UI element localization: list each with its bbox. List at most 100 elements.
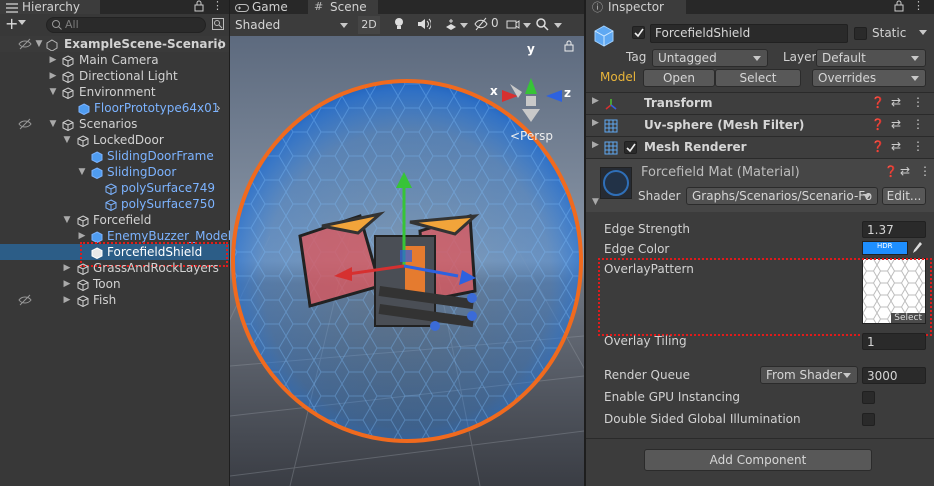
gpu-instancing-checkbox[interactable] (862, 391, 875, 404)
presets-icon[interactable]: ⇄ (900, 164, 910, 178)
object-name-field[interactable]: ForcefieldShield (650, 24, 848, 43)
hierarchy-row[interactable]: polySurface750 (0, 196, 229, 212)
edge-strength-field[interactable]: 1.37 (862, 221, 926, 238)
expand-arrow-icon[interactable]: ▼ (48, 84, 58, 100)
collapsed-arrow-icon[interactable]: ▶ (62, 292, 72, 308)
collapsed-arrow-icon[interactable]: ▶ (592, 140, 599, 150)
expand-arrow-icon[interactable]: ▼ (48, 116, 58, 132)
hierarchy-row[interactable]: polySurface749 (0, 180, 229, 196)
add-component-button[interactable]: Add Component (644, 449, 872, 471)
tab-scene[interactable]: # Scene (308, 0, 378, 14)
lock-icon[interactable] (194, 0, 204, 15)
tab-inspector[interactable]: ⓘ Inspector (586, 0, 686, 14)
collapsed-arrow-icon[interactable]: ▶ (62, 260, 72, 276)
scene-camera-icon[interactable] (506, 17, 520, 34)
tab-hierarchy[interactable]: Hierarchy (0, 0, 100, 14)
eyedropper-icon[interactable] (911, 241, 923, 258)
effects-dropdown-chevron-icon[interactable] (460, 23, 468, 28)
component-transform[interactable]: ▶ Transform ❓ ⇄ ⋮ (586, 92, 934, 114)
add-button[interactable]: + (5, 14, 18, 33)
2d-toggle[interactable]: 2D (358, 16, 380, 34)
camera-dropdown-chevron-icon[interactable] (523, 23, 531, 28)
render-queue-field[interactable]: 3000 (862, 367, 926, 384)
expand-arrow-icon[interactable]: ▼ (592, 197, 599, 207)
hierarchy-row[interactable]: ▶ Toon (0, 276, 229, 292)
effects-toggle-icon[interactable] (444, 17, 458, 34)
add-dropdown-chevron-icon[interactable] (18, 20, 26, 25)
hierarchy-row[interactable]: ▼ LockedDoor (0, 132, 229, 148)
tag-dropdown[interactable]: Untagged (652, 49, 768, 67)
hash-icon: # (314, 0, 324, 13)
prefab-open-arrow-icon[interactable]: › (216, 100, 221, 116)
more-menu-icon[interactable]: ⋮ (912, 139, 924, 153)
orientation-lock-icon[interactable] (564, 40, 574, 55)
filter-scene-icon[interactable] (212, 18, 224, 33)
lock-icon[interactable] (894, 0, 904, 15)
static-dropdown-chevron-icon[interactable] (919, 30, 927, 35)
scene-viewport[interactable]: y x z <Persp (230, 36, 584, 486)
edit-shader-button[interactable]: Edit... (882, 187, 926, 205)
expand-arrow-icon[interactable]: ▼ (34, 36, 44, 52)
collapsed-arrow-icon[interactable]: ▶ (592, 118, 599, 128)
overrides-dropdown[interactable]: Overrides (812, 69, 926, 87)
audio-toggle-icon[interactable] (417, 18, 432, 33)
hierarchy-row[interactable]: ▶ Directional Light (0, 68, 229, 84)
static-checkbox[interactable] (854, 27, 867, 40)
help-icon[interactable]: ❓ (884, 165, 898, 178)
row-label: GrassAndRockLayers (93, 261, 219, 275)
hierarchy-row[interactable]: ▼ SlidingDoor (0, 164, 229, 180)
more-menu-icon[interactable]: ⋮ (912, 95, 924, 109)
expand-arrow-icon[interactable]: ▼ (77, 164, 87, 180)
component-mesh-filter[interactable]: ▶ Uv-sphere (Mesh Filter) ❓ ⇄ ⋮ (586, 114, 934, 136)
overlay-tiling-field[interactable]: 1 (862, 333, 926, 350)
projection-label[interactable]: <Persp (510, 129, 553, 143)
collapsed-arrow-icon[interactable]: ▶ (48, 68, 58, 84)
collapsed-arrow-icon[interactable]: ▶ (48, 52, 58, 68)
help-icon[interactable]: ❓ (871, 96, 885, 109)
gameobject-icon (77, 295, 89, 308)
component-mesh-renderer[interactable]: ▶ Mesh Renderer ❓ ⇄ ⋮ (586, 136, 934, 158)
help-icon[interactable]: ❓ (871, 140, 885, 153)
layer-dropdown[interactable]: Default (816, 49, 926, 67)
hierarchy-row-scene[interactable]: ▼ ExampleScene-Scenario ⋮ (0, 36, 229, 52)
expand-arrow-icon[interactable]: ▼ (62, 212, 72, 228)
select-prefab-button[interactable]: Select (715, 69, 801, 87)
gizmos-icon[interactable] (535, 17, 549, 34)
hierarchy-row[interactable]: FloorPrototype64x01 › (0, 100, 229, 116)
more-menu-icon[interactable]: ⋮ (912, 117, 924, 131)
hidden-objects-icon[interactable] (474, 17, 488, 34)
hierarchy-row[interactable]: ▼ Environment (0, 84, 229, 100)
active-checkbox[interactable] (632, 26, 645, 39)
lighting-toggle-icon[interactable] (393, 17, 405, 34)
more-menu-icon[interactable]: ⋮ (913, 0, 924, 12)
hierarchy-row[interactable]: ▶ Fish (0, 292, 229, 308)
expand-arrow-icon[interactable]: ▼ (62, 132, 72, 148)
gizmos-dropdown-chevron-icon[interactable] (554, 23, 562, 28)
hierarchy-row[interactable]: SlidingDoorFrame (0, 148, 229, 164)
collapsed-arrow-icon[interactable]: ▶ (592, 96, 599, 106)
tab-label: Scene (330, 0, 367, 14)
open-prefab-button[interactable]: Open (643, 69, 715, 87)
more-menu-icon[interactable]: ⋮ (214, 36, 226, 52)
tab-game[interactable]: Game (230, 0, 306, 14)
transform-icon (604, 97, 618, 114)
collapsed-arrow-icon[interactable]: ▶ (62, 276, 72, 292)
more-menu-icon[interactable]: ⋮ (212, 0, 223, 12)
edge-color-swatch[interactable]: HDR (862, 241, 908, 255)
hierarchy-row[interactable]: ▼ Scenarios (0, 116, 229, 132)
hierarchy-row[interactable]: ▶ GrassAndRockLayers (0, 260, 229, 276)
shader-dropdown[interactable]: Graphs/Scenarios/Scenario-Fo (686, 187, 878, 205)
double-sided-gi-checkbox[interactable] (862, 413, 875, 426)
presets-icon[interactable]: ⇄ (891, 117, 901, 131)
render-queue-dropdown[interactable]: From Shader (760, 366, 858, 384)
hierarchy-row[interactable]: ▼ Forcefield (0, 212, 229, 228)
enabled-checkbox[interactable] (624, 141, 637, 154)
hierarchy-row[interactable]: ▶ Main Camera (0, 52, 229, 68)
visibility-hidden-icon[interactable] (18, 294, 32, 310)
presets-icon[interactable]: ⇄ (891, 139, 901, 153)
help-icon[interactable]: ❓ (871, 118, 885, 131)
presets-icon[interactable]: ⇄ (891, 95, 901, 109)
shading-mode-dropdown[interactable]: Shaded (232, 16, 352, 34)
more-menu-icon[interactable]: ⋮ (919, 164, 931, 178)
search-input[interactable]: All (46, 17, 206, 33)
